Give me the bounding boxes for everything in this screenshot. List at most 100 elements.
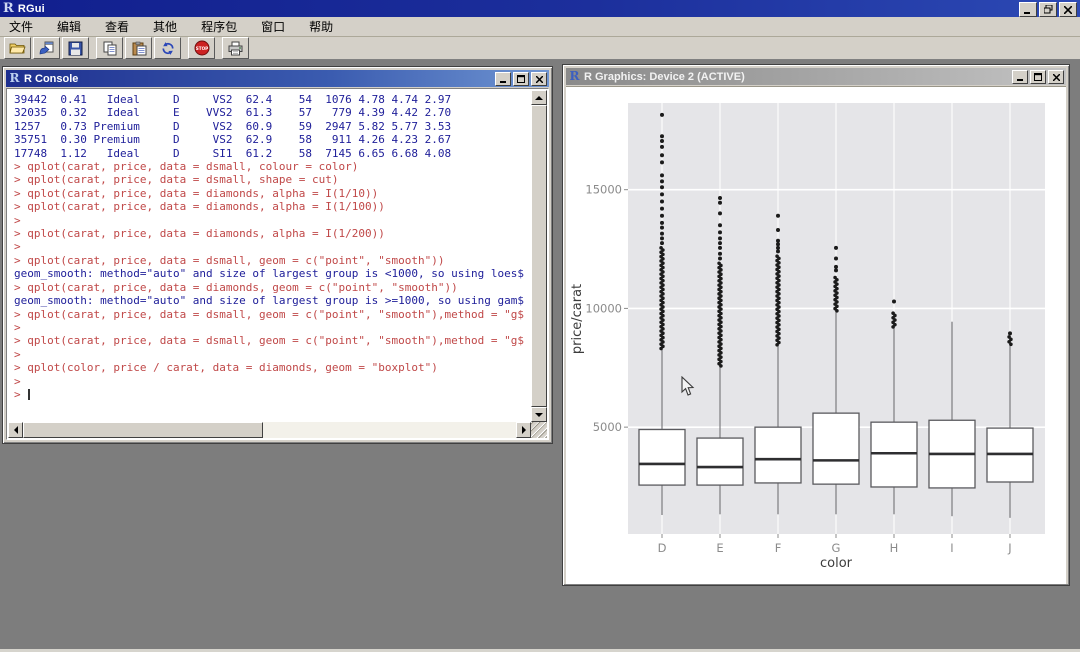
arrow-left-icon	[14, 426, 18, 434]
console-line: > qplot(carat, price, data = dsmall, geo…	[14, 334, 531, 347]
menu-file[interactable]: 文件	[0, 17, 45, 37]
text-caret	[28, 389, 30, 400]
console-line: > qplot(carat, price, data = dsmall, geo…	[14, 254, 531, 267]
console-line: 1257 0.73 Premium D VS2 60.9 59 2947 5.8…	[14, 120, 531, 133]
resize-grip[interactable]	[531, 422, 547, 438]
console-line: > qplot(carat, price, data = diamonds, a…	[14, 187, 531, 200]
r-console-window: R R Console 39442 0.41 Ideal D VS2	[2, 66, 553, 444]
console-line: 32035 0.32 Ideal E VVS2 61.3 57 779 4.39…	[14, 106, 531, 119]
scroll-down-button[interactable]	[531, 407, 547, 422]
graphics-titlebar[interactable]: R R Graphics: Device 2 (ACTIVE)	[566, 68, 1066, 85]
arrow-down-icon	[535, 413, 543, 417]
console-line: > qplot(carat, price, data = diamonds, g…	[14, 281, 531, 294]
restore-button[interactable]	[1039, 2, 1057, 17]
console-line: >	[14, 375, 531, 388]
svg-text:D: D	[658, 541, 667, 555]
save-icon	[68, 41, 83, 56]
console-line: > qplot(carat, price, data = diamonds, a…	[14, 227, 531, 240]
close-button[interactable]	[1059, 2, 1077, 17]
scroll-left-button[interactable]	[8, 422, 23, 438]
console-line: > qplot(color, price / carat, data = dia…	[14, 361, 531, 374]
console-titlebar[interactable]: R R Console	[6, 70, 549, 87]
graphics-close-button[interactable]	[1048, 70, 1064, 84]
arrow-right-icon	[522, 426, 526, 434]
minimize-icon	[1024, 6, 1032, 14]
minimize-icon	[1017, 74, 1024, 81]
minimize-button[interactable]	[1019, 2, 1037, 17]
maximize-icon	[1034, 73, 1042, 81]
menu-edit[interactable]: 编辑	[45, 17, 93, 37]
open-folder-icon	[9, 41, 26, 56]
svg-text:I: I	[950, 541, 953, 555]
console-line: 35751 0.30 Premium D VS2 62.9 58 911 4.2…	[14, 133, 531, 146]
circular-arrows-icon	[160, 41, 176, 56]
main-titlebar[interactable]: R RGui	[0, 0, 1080, 17]
console-minimize-button[interactable]	[495, 72, 511, 86]
svg-text:color: color	[820, 556, 853, 571]
close-icon	[536, 76, 543, 83]
svg-text:STOP: STOP	[195, 46, 208, 51]
minimize-icon	[500, 76, 507, 83]
r-app-icon: R	[3, 2, 14, 15]
stop-button[interactable]: STOP	[188, 37, 215, 59]
copy-button[interactable]	[96, 37, 123, 59]
svg-text:F: F	[775, 541, 782, 555]
copy-and-paste-button[interactable]	[154, 37, 181, 59]
menu-misc[interactable]: 其他	[141, 17, 189, 37]
stop-sign-icon: STOP	[194, 40, 210, 56]
console-line: > qplot(carat, price, data = dsmall, col…	[14, 160, 531, 173]
console-line: >	[14, 321, 531, 334]
paste-icon	[131, 41, 147, 56]
svg-text:10000: 10000	[585, 301, 622, 315]
console-line: > qplot(carat, price, data = dsmall, geo…	[14, 308, 531, 321]
console-line: > qplot(carat, price, data = diamonds, a…	[14, 200, 531, 213]
window-title: RGui	[18, 3, 45, 15]
boxplot-chart: DEFGHIJ50001000015000price/caratcolor	[566, 87, 1066, 584]
scroll-right-button[interactable]	[516, 422, 531, 438]
close-icon	[1064, 6, 1072, 14]
mouse-cursor	[681, 376, 695, 397]
paste-button[interactable]	[125, 37, 152, 59]
graphics-maximize-button[interactable]	[1030, 70, 1046, 84]
console-output-area[interactable]: 39442 0.41 Ideal D VS2 62.4 54 1076 4.78…	[8, 90, 531, 422]
svg-text:5000: 5000	[593, 420, 622, 434]
console-vertical-scrollbar[interactable]	[531, 90, 547, 422]
console-close-button[interactable]	[531, 72, 547, 86]
console-line: geom_smooth: method="auto" and size of l…	[14, 294, 531, 307]
arrow-up-icon	[535, 96, 543, 100]
open-script-button[interactable]	[4, 37, 31, 59]
console-line: >	[14, 348, 531, 361]
graphics-canvas: DEFGHIJ50001000015000price/caratcolor	[566, 86, 1066, 584]
menu-view[interactable]: 查看	[93, 17, 141, 37]
svg-text:J: J	[1007, 541, 1011, 555]
console-horizontal-scrollbar[interactable]	[8, 422, 531, 438]
menu-windows[interactable]: 窗口	[249, 17, 297, 37]
toolbar: STOP	[0, 37, 1080, 60]
load-workspace-button[interactable]	[33, 37, 60, 59]
r-graphics-window: R R Graphics: Device 2 (ACTIVE) DEFGHIJ5…	[562, 64, 1070, 586]
save-workspace-button[interactable]	[62, 37, 89, 59]
mdi-area: R R Console 39442 0.41 Ideal D VS2	[0, 60, 1080, 652]
maximize-icon	[517, 75, 525, 83]
scroll-up-button[interactable]	[531, 90, 547, 105]
console-line: 17748 1.12 Ideal D SI1 61.2 58 7145 6.65…	[14, 147, 531, 160]
console-line: >	[14, 214, 531, 227]
console-line: geom_smooth: method="auto" and size of l…	[14, 267, 531, 280]
console-body: 39442 0.41 Ideal D VS2 62.4 54 1076 4.78…	[6, 88, 549, 440]
console-title: R Console	[24, 73, 78, 85]
vertical-scroll-thumb[interactable]	[531, 105, 547, 407]
svg-text:E: E	[716, 541, 723, 555]
print-button[interactable]	[222, 37, 249, 59]
console-line: >	[14, 388, 531, 401]
menu-packages[interactable]: 程序包	[189, 17, 249, 37]
svg-text:H: H	[890, 541, 899, 555]
graphics-minimize-button[interactable]	[1012, 70, 1028, 84]
close-icon	[1053, 74, 1060, 81]
restore-icon	[1044, 5, 1053, 14]
svg-text:15000: 15000	[585, 183, 622, 197]
menu-help[interactable]: 帮助	[297, 17, 345, 37]
menu-bar: 文件 编辑 查看 其他 程序包 窗口 帮助	[0, 17, 1080, 37]
r-window-icon: R	[568, 70, 581, 83]
horizontal-scroll-thumb[interactable]	[23, 422, 263, 438]
console-maximize-button[interactable]	[513, 72, 529, 86]
